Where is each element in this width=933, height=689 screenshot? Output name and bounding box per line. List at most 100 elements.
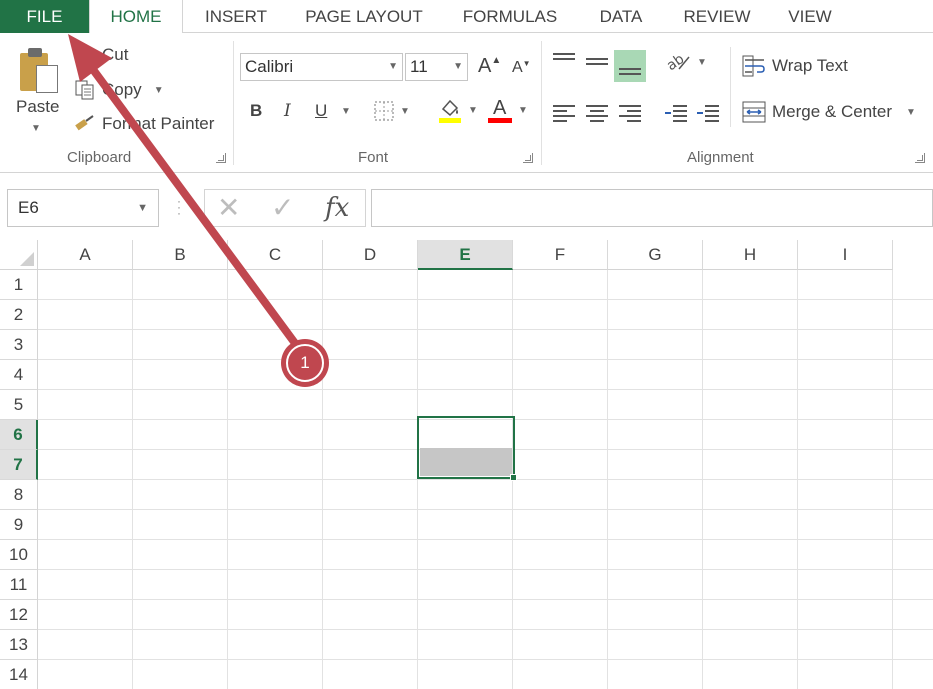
grow-font-button[interactable]: A ▲ bbox=[478, 55, 501, 78]
copy-label: Copy bbox=[102, 80, 142, 99]
grow-font-icon: A bbox=[478, 55, 492, 77]
row-header-3[interactable]: 3 bbox=[0, 330, 38, 360]
align-right-button[interactable] bbox=[619, 105, 641, 122]
select-all-button[interactable] bbox=[0, 240, 38, 270]
top-align-button[interactable] bbox=[553, 53, 575, 69]
orientation-button[interactable]: ab ▼ bbox=[664, 51, 707, 74]
shrink-font-button[interactable]: A ▼ bbox=[512, 59, 531, 77]
middle-align-button[interactable] bbox=[586, 53, 608, 69]
cancel-icon[interactable]: ✕ bbox=[217, 190, 240, 226]
cut-label: Cut bbox=[102, 45, 129, 64]
decrease-indent-button[interactable] bbox=[665, 105, 687, 122]
middle-align-icon bbox=[586, 53, 608, 69]
borders-icon bbox=[374, 101, 394, 121]
row-header-14[interactable]: 14 bbox=[0, 660, 38, 689]
selection-border[interactable] bbox=[417, 416, 515, 479]
row-header-11[interactable]: 11 bbox=[0, 570, 38, 600]
copy-icon bbox=[74, 79, 96, 101]
tab-formulas[interactable]: FORMULAS bbox=[452, 0, 568, 33]
row-header-6[interactable]: 6 bbox=[0, 420, 38, 450]
ribbon-tab-bar: FILE HOME INSERT PAGE LAYOUT FORMULAS DA… bbox=[0, 0, 933, 34]
bold-button[interactable]: B bbox=[250, 101, 262, 121]
clipboard-launcher-icon[interactable] bbox=[216, 153, 226, 163]
font-color-button[interactable]: A ▼ bbox=[488, 97, 528, 123]
column-header-g[interactable]: G bbox=[608, 240, 703, 270]
row-header-13[interactable]: 13 bbox=[0, 630, 38, 660]
increase-indent-button[interactable] bbox=[697, 105, 719, 122]
tab-home[interactable]: HOME bbox=[89, 0, 183, 34]
borders-button[interactable]: ▼ bbox=[374, 101, 410, 121]
row-header-12[interactable]: 12 bbox=[0, 600, 38, 630]
alignment-launcher-icon[interactable] bbox=[915, 153, 925, 163]
row-header-7[interactable]: 7 bbox=[0, 450, 38, 480]
column-header-h[interactable]: H bbox=[703, 240, 798, 270]
column-header-f[interactable]: F bbox=[513, 240, 608, 270]
row-header-10[interactable]: 10 bbox=[0, 540, 38, 570]
column-header-a[interactable]: A bbox=[38, 240, 133, 270]
format-painter-label: Format Painter bbox=[102, 114, 215, 133]
row-header-9[interactable]: 9 bbox=[0, 510, 38, 540]
paste-icon[interactable] bbox=[18, 47, 60, 93]
wrap-text-icon bbox=[742, 55, 766, 77]
paste-button[interactable]: Paste bbox=[16, 97, 59, 117]
enter-icon[interactable]: ✓ bbox=[271, 190, 294, 226]
grid-row-line bbox=[38, 509, 933, 510]
row-header-1[interactable]: 1 bbox=[0, 270, 38, 300]
grid-row-line bbox=[38, 599, 933, 600]
tab-data[interactable]: DATA bbox=[585, 0, 657, 33]
formula-bar-grip-icon[interactable]: · · · bbox=[177, 195, 181, 219]
tab-file[interactable]: FILE bbox=[0, 0, 89, 33]
row-header-2[interactable]: 2 bbox=[0, 300, 38, 330]
merge-center-dropdown[interactable]: ▼ bbox=[906, 107, 916, 118]
worksheet-grid[interactable]: ABCDEFGHI 1 2 3 4 5 6 7 8 9 10 11 12 13 14 bbox=[0, 240, 933, 689]
grid-row-line bbox=[38, 359, 933, 360]
wrap-text-button[interactable]: Wrap Text bbox=[742, 55, 848, 77]
ribbon: Paste ▼ Cut Copy ▼ Format Painter Clipbo… bbox=[0, 33, 933, 173]
column-header-d[interactable]: D bbox=[323, 240, 418, 270]
bottom-align-icon bbox=[619, 58, 641, 75]
formula-input[interactable] bbox=[371, 189, 933, 227]
column-header-e[interactable]: E bbox=[418, 240, 513, 270]
font-name-combo[interactable]: Calibri ▼ bbox=[240, 53, 403, 81]
paint-bucket-icon bbox=[438, 97, 462, 123]
cut-button[interactable]: Cut bbox=[74, 45, 128, 65]
font-color-icon: A bbox=[488, 97, 512, 123]
font-launcher-icon[interactable] bbox=[523, 153, 533, 163]
format-painter-button[interactable]: Format Painter bbox=[74, 113, 214, 135]
tab-view[interactable]: VIEW bbox=[778, 0, 842, 33]
row-header-4[interactable]: 4 bbox=[0, 360, 38, 390]
paste-dropdown[interactable]: ▼ bbox=[31, 123, 41, 134]
font-name-value: Calibri bbox=[245, 57, 294, 76]
column-header-c[interactable]: C bbox=[228, 240, 323, 270]
shrink-font-icon: A bbox=[512, 59, 523, 76]
fill-color-button[interactable]: ▼ bbox=[438, 97, 478, 123]
underline-button[interactable]: U bbox=[315, 101, 327, 121]
underline-dropdown[interactable]: ▼ bbox=[341, 106, 351, 117]
tab-page-layout[interactable]: PAGE LAYOUT bbox=[296, 0, 432, 33]
align-center-button[interactable] bbox=[586, 105, 608, 122]
align-left-button[interactable] bbox=[553, 105, 575, 122]
group-divider bbox=[541, 41, 542, 165]
copy-dropdown[interactable]: ▼ bbox=[154, 85, 164, 96]
orientation-icon: ab bbox=[664, 51, 691, 74]
name-box[interactable]: E6 ▼ bbox=[7, 189, 159, 227]
align-left-icon bbox=[553, 105, 575, 122]
step-badge: 1 bbox=[281, 339, 329, 387]
formula-buttons: ✕ ✓ fx bbox=[204, 189, 366, 227]
row-header-8[interactable]: 8 bbox=[0, 480, 38, 510]
align-right-icon bbox=[619, 105, 641, 122]
font-size-combo[interactable]: 11 ▼ bbox=[405, 53, 468, 81]
column-header-b[interactable]: B bbox=[133, 240, 228, 270]
copy-button[interactable]: Copy ▼ bbox=[74, 79, 164, 101]
decrease-indent-icon bbox=[665, 105, 687, 122]
tab-review[interactable]: REVIEW bbox=[674, 0, 760, 33]
bottom-align-button[interactable] bbox=[614, 50, 646, 82]
merge-center-button[interactable]: Merge & Center ▼ bbox=[742, 101, 916, 123]
insert-function-icon[interactable]: fx bbox=[325, 190, 349, 226]
tab-insert[interactable]: INSERT bbox=[193, 0, 279, 33]
fill-handle[interactable] bbox=[510, 474, 517, 481]
grid-row-line bbox=[38, 659, 933, 660]
column-header-i[interactable]: I bbox=[798, 240, 893, 270]
row-header-5[interactable]: 5 bbox=[0, 390, 38, 420]
italic-button[interactable]: I bbox=[284, 101, 291, 121]
